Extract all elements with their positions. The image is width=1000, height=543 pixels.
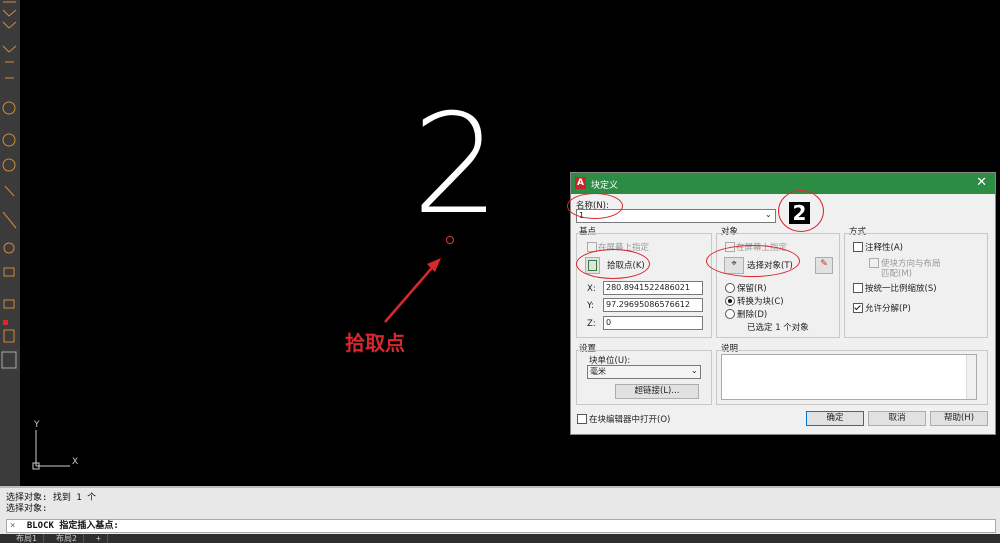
command-close-icon[interactable]: × <box>10 521 15 531</box>
y-label: Y: <box>587 301 594 311</box>
layout-tabs: 布局1 布局2 + <box>0 534 1000 543</box>
match-orientation-checkbox[interactable] <box>869 258 879 268</box>
pick-point-button[interactable] <box>585 257 600 274</box>
ok-button[interactable]: 确定 <box>806 411 864 426</box>
uniform-scale-checkbox[interactable] <box>853 283 863 293</box>
preview-text: 2 <box>792 201 807 225</box>
objects-on-screen-label: 在屏幕上指定 <box>736 243 788 253</box>
unit-chevron-down-icon[interactable]: ⌄ <box>691 366 698 375</box>
basepoint-on-screen-checkbox[interactable] <box>587 242 597 252</box>
autocad-logo-icon: A <box>575 177 586 189</box>
delete-label: 删除(D) <box>737 310 768 320</box>
x-input[interactable]: 280.8941522486021 <box>603 281 703 295</box>
draw-toolbar <box>0 0 21 486</box>
block-unit-select[interactable]: 毫米 <box>587 365 701 379</box>
selection-status: 已选定 1 个对象 <box>747 323 809 333</box>
block-preview: 2 <box>789 202 810 224</box>
tab-layout1[interactable]: 布局1 <box>10 534 44 543</box>
cancel-button[interactable]: 取消 <box>868 411 926 426</box>
chevron-down-icon[interactable]: ⌄ <box>765 210 772 219</box>
draw-tools-icons[interactable] <box>0 0 20 486</box>
ucs-x-label: X <box>72 457 79 467</box>
drawn-number-2[interactable]: 2 <box>412 96 500 234</box>
allow-explode-label: 允许分解(P) <box>865 304 911 314</box>
open-in-editor-checkbox[interactable] <box>577 414 587 424</box>
help-button[interactable]: 帮助(H) <box>930 411 988 426</box>
select-objects-button[interactable]: ⌖ <box>724 257 744 274</box>
pick-point-label[interactable]: 拾取点(K) <box>607 259 645 271</box>
x-label: X: <box>587 284 596 294</box>
y-input[interactable]: 97.29695086576612 <box>603 298 703 312</box>
annotative-checkbox[interactable] <box>853 242 863 252</box>
ucs-y-label: Y <box>34 420 40 430</box>
objects-on-screen-checkbox[interactable] <box>725 242 735 252</box>
dialog-title: 块定义 <box>591 181 619 191</box>
basepoint-on-screen-label: 在屏幕上指定 <box>598 243 650 253</box>
quick-select-button[interactable]: ✎ <box>815 257 833 274</box>
retain-radio[interactable] <box>725 283 735 293</box>
command-history-line: 选择对象: <box>6 504 48 514</box>
hyperlink-button[interactable]: 超链接(L)... <box>615 384 699 399</box>
quick-select-icon: ✎ <box>820 259 828 269</box>
description-scrollbar[interactable] <box>966 355 976 399</box>
retain-label: 保留(R) <box>737 284 767 294</box>
command-line: 选择对象: 找到 1 个 选择对象: × BLOCK 指定插入基点: 布局1 布… <box>0 486 1000 543</box>
command-prompt: BLOCK 指定插入基点: <box>26 521 119 531</box>
description-textarea[interactable] <box>721 354 977 400</box>
command-history: 选择对象: 找到 1 个 选择对象: <box>6 493 96 515</box>
dialog-title-bar[interactable]: A 块定义 ✕ <box>571 173 995 194</box>
allow-explode-checkbox[interactable] <box>853 303 863 313</box>
open-in-editor-label: 在块编辑器中打开(O) <box>589 415 671 425</box>
command-input[interactable]: × BLOCK 指定插入基点: <box>6 519 996 533</box>
block-name-combo[interactable]: 1 <box>576 209 776 223</box>
add-layout-tab[interactable]: + <box>90 534 108 543</box>
uniform-scale-label: 按统一比例缩放(S) <box>865 284 937 294</box>
z-input[interactable]: 0 <box>603 316 703 330</box>
close-icon[interactable]: ✕ <box>976 176 987 190</box>
annotation-label: 拾取点 <box>345 331 405 355</box>
pick-point-marker <box>446 236 454 244</box>
pick-point-icon <box>588 260 597 271</box>
tab-layout2[interactable]: 布局2 <box>50 534 84 543</box>
crosshair-icon: ⌖ <box>731 259 737 269</box>
convert-to-block-radio[interactable] <box>725 296 735 306</box>
block-definition-dialog: A 块定义 ✕ 名称(N): 1 ⌄ 2 基点 在屏幕上指定 拾取点(K) X:… <box>570 172 996 435</box>
select-objects-label[interactable]: 选择对象(T) <box>747 259 793 271</box>
convert-to-block-label: 转换为块(C) <box>737 297 784 307</box>
command-history-line: 选择对象: 找到 1 个 <box>6 493 97 503</box>
z-label: Z: <box>587 319 596 329</box>
annotative-label: 注释性(A) <box>865 243 903 253</box>
delete-radio[interactable] <box>725 309 735 319</box>
match-orientation-label-2: 匹配(M) <box>881 269 912 279</box>
